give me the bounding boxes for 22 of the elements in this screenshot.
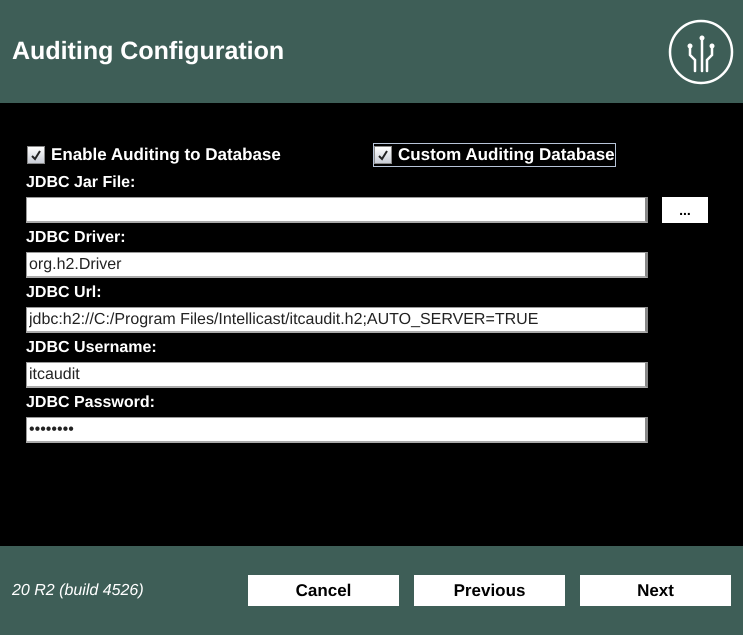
field-label: JDBC Jar File:: [26, 174, 136, 193]
window-title: Auditing Configuration: [12, 37, 284, 66]
checkmark-icon: [30, 149, 42, 161]
checkbox[interactable]: [27, 146, 45, 164]
input-field[interactable]: [26, 197, 648, 223]
field-label: JDBC Driver:: [26, 229, 127, 248]
checkmark-icon: [377, 149, 389, 161]
browse-button[interactable]: ...: [662, 197, 708, 223]
input-field[interactable]: org.h2.Driver: [26, 252, 648, 278]
footer-button[interactable]: Previous: [414, 575, 565, 606]
field-label: JDBC Url:: [26, 284, 103, 303]
version-text: 20 R2 (build 4526): [12, 582, 144, 600]
checkbox[interactable]: [374, 146, 392, 164]
footer-button[interactable]: Cancel: [248, 575, 399, 606]
field-label: JDBC Password:: [26, 394, 156, 413]
footer-button[interactable]: Next: [580, 575, 731, 606]
logo-icon: [668, 18, 734, 84]
checkbox-option[interactable]: Custom Auditing Database: [373, 143, 616, 167]
input-field[interactable]: ••••••••: [26, 417, 648, 443]
field-label: JDBC Username:: [26, 339, 158, 358]
input-field[interactable]: itcaudit: [26, 362, 648, 388]
checkbox-option[interactable]: Enable Auditing to Database: [26, 143, 373, 167]
